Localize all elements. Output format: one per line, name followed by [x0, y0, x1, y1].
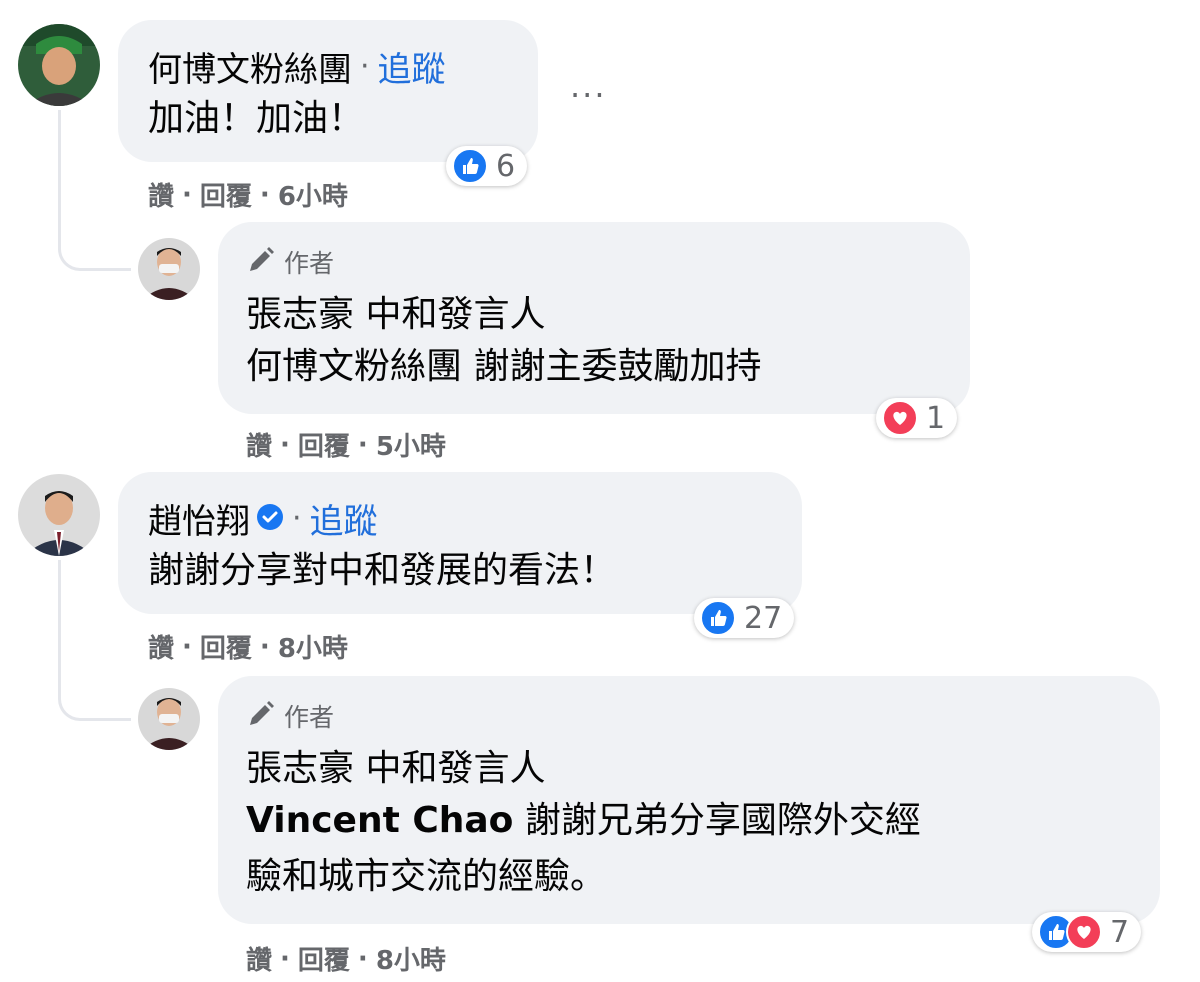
- avatar[interactable]: [18, 24, 100, 106]
- reply-button[interactable]: 回覆: [298, 940, 350, 977]
- avatar[interactable]: [138, 238, 200, 300]
- mention-link[interactable]: 何博文粉絲團: [246, 346, 462, 387]
- verified-badge-icon: [256, 503, 284, 535]
- mention-link[interactable]: Vincent Chao: [246, 800, 513, 841]
- reply-actions: 讚 · 回覆 · 8小時: [246, 940, 446, 977]
- reaction-summary[interactable]: 1: [876, 398, 958, 438]
- reply-text-line: 張志豪 中和發言人: [246, 294, 546, 335]
- reply-text: 謝謝主委鼓勵加持: [462, 346, 762, 387]
- timestamp[interactable]: 8小時: [376, 940, 446, 977]
- comment-text: 謝謝分享對中和發展的看法！: [148, 550, 617, 591]
- love-reaction-icon: [882, 400, 918, 436]
- commenter-name[interactable]: 趙怡翔: [148, 494, 250, 543]
- like-button[interactable]: 讚: [246, 940, 272, 977]
- love-reaction-icon: [1066, 914, 1102, 950]
- reply-text-line: 何博文粉絲團 謝謝主委鼓勵加持: [246, 342, 761, 392]
- reaction-summary[interactable]: 7: [1032, 912, 1142, 952]
- pencil-icon: [246, 245, 276, 279]
- reaction-summary[interactable]: 6: [446, 146, 528, 186]
- follow-button[interactable]: 追蹤: [310, 494, 378, 543]
- separator-dot: ·: [292, 501, 302, 536]
- reply-button[interactable]: 回覆: [200, 176, 252, 213]
- reaction-count: 27: [744, 600, 783, 636]
- comment-actions: 讚 · 回覆 · 6小時: [148, 176, 348, 213]
- reaction-count: 6: [496, 148, 516, 184]
- comment-actions: 讚 · 回覆 · 8小時: [148, 628, 348, 665]
- like-reaction-icon: [700, 600, 736, 636]
- commenter-name[interactable]: 何博文粉絲團: [148, 42, 352, 91]
- like-button[interactable]: 讚: [148, 176, 174, 213]
- reaction-summary[interactable]: 27: [694, 598, 795, 638]
- more-options-button[interactable]: ···: [570, 76, 607, 114]
- reply-actions: 讚 · 回覆 · 5小時: [246, 426, 446, 463]
- separator-dot: ·: [360, 49, 370, 84]
- reply-text-line: Vincent Chao 謝謝兄弟分享國際外交經: [246, 796, 921, 846]
- avatar[interactable]: [18, 474, 100, 556]
- like-button[interactable]: 讚: [148, 628, 174, 665]
- timestamp[interactable]: 5小時: [376, 426, 446, 463]
- comment-text: 加油！加油！: [148, 98, 365, 139]
- like-reaction-icon: [452, 148, 488, 184]
- pencil-icon: [246, 699, 276, 733]
- follow-button[interactable]: 追蹤: [378, 42, 446, 91]
- reply-text: 謝謝兄弟分享國際外交經: [513, 800, 921, 841]
- timestamp[interactable]: 8小時: [278, 628, 348, 665]
- reply-text-line: 張志豪 中和發言人: [246, 748, 546, 789]
- avatar[interactable]: [138, 688, 200, 750]
- reply-button[interactable]: 回覆: [298, 426, 350, 463]
- reaction-count: 7: [1110, 914, 1130, 950]
- like-button[interactable]: 讚: [246, 426, 272, 463]
- timestamp[interactable]: 6小時: [278, 176, 348, 213]
- reaction-count: 1: [926, 400, 946, 436]
- author-badge: 作者: [284, 249, 335, 278]
- reply-button[interactable]: 回覆: [200, 628, 252, 665]
- author-badge: 作者: [284, 703, 335, 732]
- reply-text-line: 驗和城市交流的經驗。: [246, 856, 607, 897]
